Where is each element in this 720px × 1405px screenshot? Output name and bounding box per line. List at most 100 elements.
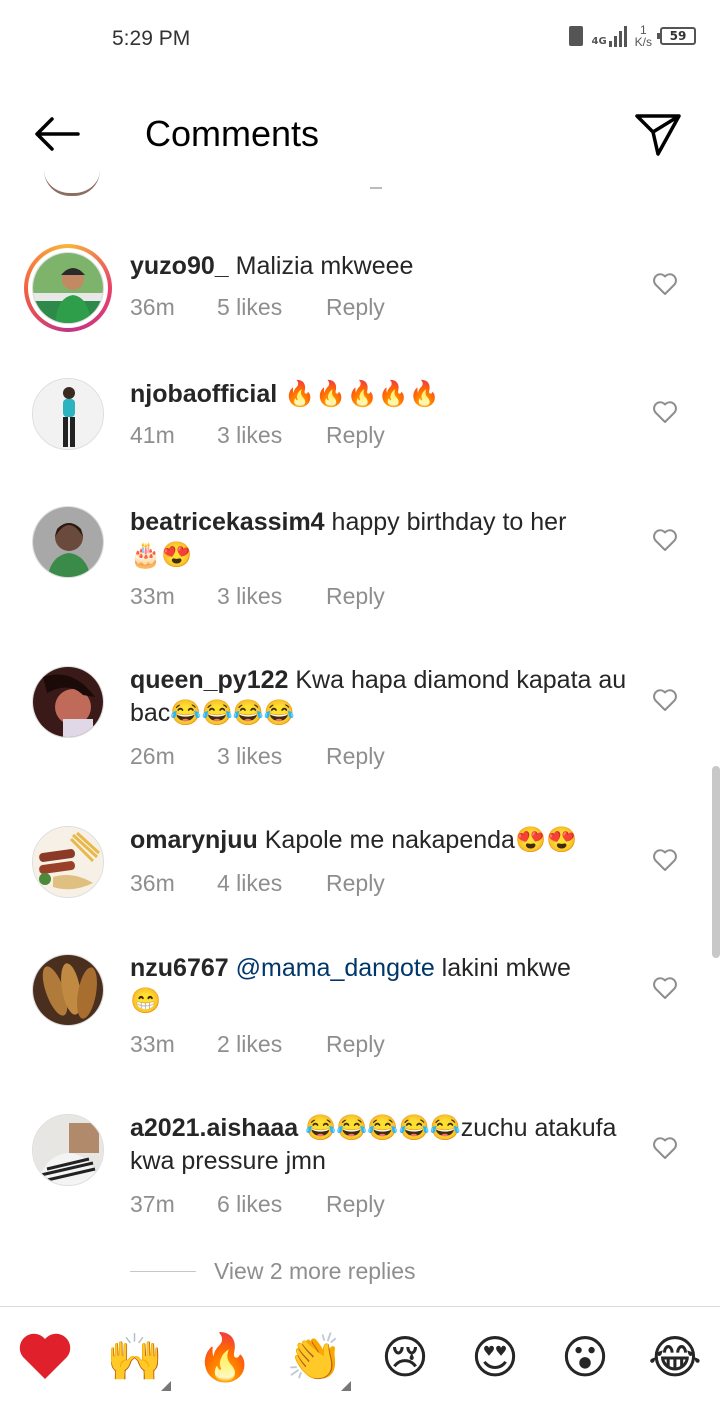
fire-icon: 🔥 xyxy=(196,1330,254,1384)
comment-emoji: 😂😂😂😂😂 xyxy=(305,1114,461,1142)
avatar-image xyxy=(33,1115,103,1185)
emoji-heart-eyes-button[interactable]: 😍 xyxy=(465,1327,525,1387)
comment-meta: 36m 4 likes Reply xyxy=(130,870,385,897)
header: Comments xyxy=(0,80,720,190)
avatar[interactable] xyxy=(24,498,112,586)
comment-username[interactable]: nzu6767 xyxy=(130,954,229,982)
avatar[interactable] xyxy=(24,244,112,332)
battery-icon: 59 xyxy=(657,27,696,45)
comment-meta: 33m 2 likes Reply xyxy=(130,1031,385,1058)
reply-button[interactable]: Reply xyxy=(326,294,385,321)
comment-likes[interactable]: 3 likes xyxy=(217,422,326,449)
comment-username[interactable]: beatricekassim4 xyxy=(130,508,325,536)
network-speed: 1 K/s xyxy=(634,23,652,49)
like-heart-icon[interactable] xyxy=(652,688,678,712)
emoji-crying-face-button[interactable]: 😢 xyxy=(375,1327,435,1387)
avatar[interactable] xyxy=(24,1106,112,1194)
comment-likes[interactable]: 2 likes xyxy=(217,1031,326,1058)
comment-likes[interactable]: 5 likes xyxy=(217,294,326,321)
like-heart-icon[interactable] xyxy=(652,1136,678,1160)
emoji-clapping-hands-button[interactable]: 👏 xyxy=(285,1327,345,1387)
avatar[interactable] xyxy=(24,370,112,458)
comment-time: 26m xyxy=(130,743,175,769)
comment-time: 36m xyxy=(130,294,175,320)
status-time: 5:29 PM xyxy=(112,27,191,50)
comment-time: 37m xyxy=(130,1191,175,1217)
mention-link[interactable]: @mama_dangote xyxy=(229,954,435,982)
comment-meta: 33m 3 likes Reply xyxy=(130,583,385,610)
avatar-image xyxy=(33,667,103,737)
comment-likes[interactable]: 3 likes xyxy=(217,583,326,610)
reply-button[interactable]: Reply xyxy=(326,422,385,449)
reply-button[interactable]: Reply xyxy=(326,1191,385,1218)
comment-time: 33m xyxy=(130,583,175,609)
comment-username[interactable]: njobaofficial xyxy=(130,380,277,408)
avatar[interactable] xyxy=(24,658,112,746)
comment-time: 33m xyxy=(130,1031,175,1057)
scrollbar[interactable] xyxy=(712,766,720,958)
comment-meta: 37m 6 likes Reply xyxy=(130,1191,385,1218)
like-heart-icon[interactable] xyxy=(652,976,678,1000)
signal-icon: 4G xyxy=(591,25,627,47)
avatar-image xyxy=(33,253,103,323)
comment-username[interactable]: queen_py122 xyxy=(130,666,288,694)
comment-time: 36m xyxy=(130,870,175,896)
like-heart-icon[interactable] xyxy=(652,528,678,552)
comment-likes[interactable]: 6 likes xyxy=(217,1191,326,1218)
comment-meta: 36m 5 likes Reply xyxy=(130,294,385,321)
comment-item: nzu6767 @mama_dangote lakini mkwe 😁 33m 2… xyxy=(0,946,720,1076)
avatar-image xyxy=(33,827,103,897)
like-heart-icon[interactable] xyxy=(652,272,678,296)
network-type: 4G xyxy=(591,36,607,47)
reply-button[interactable]: Reply xyxy=(326,1031,385,1058)
comment-text: yuzo90_ Malizia mkweee xyxy=(130,252,414,280)
comment-item: queen_py122 Kwa hapa diamond kapata au b… xyxy=(0,658,720,788)
arrow-left-icon xyxy=(35,117,80,151)
emoji-fire-button[interactable]: 🔥 xyxy=(195,1327,255,1387)
comment-item: njobaofficial 🔥🔥🔥🔥🔥 41m 3 likes Reply xyxy=(0,370,720,470)
comment-text: omarynjuu Kapole me nakapenda😍😍 xyxy=(130,826,578,854)
comment-likes[interactable]: 4 likes xyxy=(217,870,326,897)
clapping-hands-icon: 👏 xyxy=(286,1330,344,1384)
avatar[interactable] xyxy=(24,946,112,1034)
comment-username[interactable]: yuzo90_ xyxy=(130,252,229,280)
view-more-replies-label: View 2 more replies xyxy=(214,1258,416,1284)
like-heart-icon[interactable] xyxy=(652,400,678,424)
comment-text: beatricekassim4 happy birthday to her 🎂😍 xyxy=(130,508,567,569)
reply-button[interactable]: Reply xyxy=(326,870,385,897)
reply-button[interactable]: Reply xyxy=(326,583,385,610)
partial-text xyxy=(370,183,382,189)
comment-item: beatricekassim4 happy birthday to her 🎂😍 … xyxy=(0,498,720,628)
comment-item: a2021.aishaaa 😂😂😂😂😂zuchu atakufa kwa pre… xyxy=(0,1106,720,1236)
like-heart-icon[interactable] xyxy=(652,848,678,872)
skin-tone-indicator xyxy=(341,1381,351,1391)
status-icons: 4G 1 K/s 59 xyxy=(569,24,696,48)
comment-emoji: 😂😂😂😂 xyxy=(170,699,295,727)
emoji-heart-button[interactable] xyxy=(15,1327,75,1387)
avatar-image xyxy=(33,955,103,1025)
comment-time: 41m xyxy=(130,422,175,448)
direct-message-icon xyxy=(635,114,681,156)
comment-item: yuzo90_ Malizia mkweee 36m 5 likes Reply xyxy=(0,240,720,350)
comment-text: a2021.aishaaa 😂😂😂😂😂zuchu atakufa kwa pre… xyxy=(130,1114,617,1175)
comment-likes[interactable]: 3 likes xyxy=(217,743,326,770)
comment-text: nzu6767 @mama_dangote lakini mkwe 😁 xyxy=(130,954,571,1015)
emoji-quick-bar: 🙌 🔥 👏 😢 😍 😮 😂 xyxy=(0,1306,720,1405)
share-button[interactable] xyxy=(634,110,682,158)
emoji-surprised-face-button[interactable]: 😮 xyxy=(555,1327,615,1387)
heart-eyes-icon: 😍 xyxy=(471,1330,519,1384)
comment-username[interactable]: omarynjuu xyxy=(130,826,258,854)
comment-username[interactable]: a2021.aishaaa xyxy=(130,1114,298,1142)
emoji-tears-of-joy-button[interactable]: 😂 xyxy=(645,1327,705,1387)
back-button[interactable] xyxy=(32,114,80,154)
page-title: Comments xyxy=(145,113,320,154)
divider xyxy=(130,1271,196,1272)
view-more-replies-button[interactable]: View 2 more replies xyxy=(130,1258,416,1285)
comment-meta: 26m 3 likes Reply xyxy=(130,743,385,770)
avatar-image xyxy=(33,379,103,449)
reply-button[interactable]: Reply xyxy=(326,743,385,770)
avatar[interactable] xyxy=(24,818,112,906)
status-bar: 5:29 PM 4G 1 K/s 59 xyxy=(0,0,720,80)
comment-emoji: 🔥🔥🔥🔥🔥 xyxy=(284,380,440,408)
emoji-raising-hands-button[interactable]: 🙌 xyxy=(105,1327,165,1387)
